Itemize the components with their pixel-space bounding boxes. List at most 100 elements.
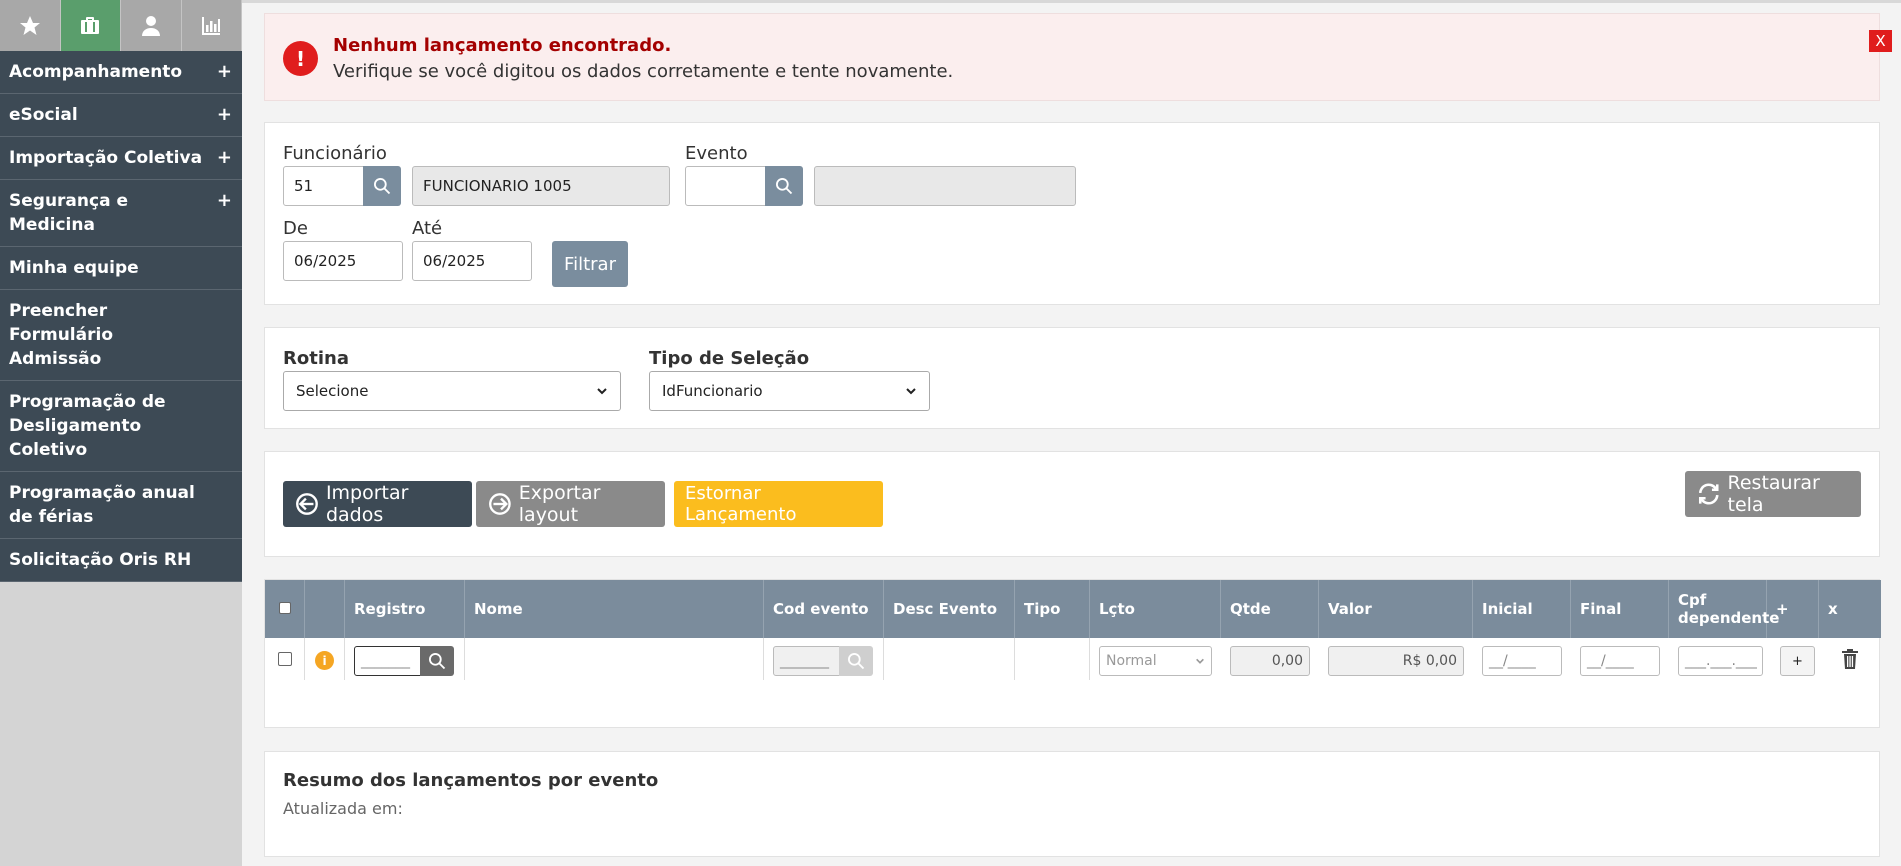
tab-briefcase[interactable]	[60, 0, 121, 51]
sidebar-item-label: Preencher Formulário Admissão	[9, 301, 113, 369]
inicial-input[interactable]: __/____	[1482, 646, 1562, 676]
sidebar-item-minha-equipe[interactable]: Minha equipe	[0, 247, 242, 290]
export-layout-label: Exportar layout	[518, 482, 601, 526]
tab-favorites[interactable]	[0, 0, 61, 51]
export-icon	[489, 493, 511, 515]
header-final: Final	[1571, 580, 1669, 638]
search-icon	[429, 653, 446, 670]
cod-evento-input[interactable]: _______	[773, 646, 841, 676]
sidebar-item-esocial[interactable]: eSocial +	[0, 94, 242, 137]
event-search-button[interactable]	[765, 166, 803, 206]
rotina-select[interactable]: Selecione	[283, 371, 621, 411]
sidebar-item-label: Acompanhamento	[9, 62, 183, 82]
actions-panel: Importar dados Exportar layout Estornar …	[264, 451, 1880, 557]
select-all-checkbox[interactable]	[279, 602, 291, 614]
lcto-select[interactable]: Normal	[1099, 646, 1212, 676]
header-lcto: Lçto	[1090, 580, 1221, 638]
employee-search-button[interactable]	[363, 166, 401, 206]
cpf-dependente-input[interactable]: ___.___.___	[1678, 646, 1763, 676]
chevron-down-icon	[1196, 658, 1204, 664]
rotina-label: Rotina	[283, 348, 349, 369]
event-desc-field	[814, 166, 1076, 206]
import-data-label: Importar dados	[325, 482, 409, 526]
tipo-selecao-select[interactable]: IdFuncionario	[649, 371, 930, 411]
info-icon[interactable]: i	[315, 651, 334, 670]
row-checkbox[interactable]	[278, 652, 292, 666]
delete-row-button[interactable]	[1841, 649, 1859, 669]
sidebar-tabs	[0, 0, 242, 51]
close-alert-button[interactable]: X	[1869, 30, 1892, 52]
table-header: Registro Nome Cod evento Desc Evento Tip…	[265, 580, 1881, 638]
chevron-down-icon	[906, 388, 916, 395]
header-cod-evento: Cod evento	[764, 580, 884, 638]
import-data-button[interactable]: Importar dados	[283, 481, 472, 527]
sidebar-menu: Acompanhamento + eSocial + Importação Cole…	[0, 51, 242, 582]
import-icon	[296, 493, 318, 515]
expand-icon: +	[216, 61, 232, 82]
header-cpf-dependente: Cpf dependente	[1669, 580, 1779, 638]
exclamation-icon: !	[283, 41, 318, 76]
employee-label: Funcionário	[283, 143, 387, 164]
tab-user[interactable]	[121, 0, 182, 51]
search-icon	[776, 178, 793, 195]
final-input[interactable]: __/____	[1580, 646, 1660, 676]
entries-table: Registro Nome Cod evento Desc Evento Tip…	[264, 579, 1881, 728]
header-select-all	[265, 580, 305, 638]
trash-icon	[1842, 649, 1858, 669]
alert-message: Verifique se você digitou os dados corre…	[333, 61, 954, 82]
valor-input[interactable]: R$ 0,00	[1328, 646, 1464, 676]
sidebar-item-acompanhamento[interactable]: Acompanhamento +	[0, 51, 242, 94]
lcto-value: Normal	[1106, 653, 1157, 669]
rotina-selected-value: Selecione	[296, 382, 369, 400]
restore-screen-button[interactable]: Restaurar tela	[1685, 471, 1861, 517]
top-border	[242, 0, 1901, 3]
sidebar-item-programacao-ferias[interactable]: Programação anual de férias	[0, 472, 242, 539]
sidebar-item-label: Programação anual de férias	[9, 483, 195, 527]
sidebar-item-importacao-coletiva[interactable]: Importação Coletiva +	[0, 137, 242, 180]
routine-panel: Rotina Selecione Tipo de Seleção IdFunci…	[264, 327, 1880, 429]
from-date-input[interactable]: 06/2025	[283, 241, 403, 281]
search-icon	[374, 178, 391, 195]
bar-chart-icon	[202, 16, 221, 35]
employee-name-field: FUNCIONARIO 1005	[412, 166, 670, 206]
sidebar-item-seguranca-medicina[interactable]: Segurança e Medicina +	[0, 180, 242, 247]
add-row-button[interactable]: +	[1780, 646, 1815, 676]
tipo-selecao-label: Tipo de Seleção	[649, 348, 810, 369]
summary-panel: Resumo dos lançamentos por evento Atuali…	[264, 751, 1880, 857]
header-nome: Nome	[465, 580, 764, 638]
sidebar-item-desligamento-coletivo[interactable]: Programação de Desligamento Coletivo	[0, 381, 242, 472]
user-icon	[141, 15, 160, 36]
header-qtde: Qtde	[1221, 580, 1319, 638]
row-separator	[465, 638, 764, 680]
sidebar-item-label: eSocial	[9, 105, 78, 125]
export-layout-button[interactable]: Exportar layout	[476, 481, 665, 527]
event-code-input[interactable]	[685, 166, 767, 206]
expand-icon: +	[216, 190, 232, 211]
header-add: +	[1767, 580, 1819, 638]
error-alert: ! Nenhum lançamento encontrado. Verifiqu…	[264, 13, 1892, 101]
sidebar-item-label: Segurança e Medicina	[9, 191, 128, 235]
event-label: Evento	[685, 143, 748, 164]
cod-evento-search-button[interactable]	[839, 646, 873, 676]
expand-icon: +	[216, 104, 232, 125]
registro-input[interactable]: _______	[354, 646, 422, 676]
employee-code-input[interactable]: 51	[283, 166, 365, 206]
alert-title: Nenhum lançamento encontrado.	[333, 35, 672, 56]
header-inicial: Inicial	[1473, 580, 1571, 638]
registro-search-button[interactable]	[420, 646, 454, 676]
row-separator	[884, 638, 1015, 680]
sidebar-item-solicitacao-oris[interactable]: Solicitação Oris RH	[0, 539, 242, 582]
refresh-icon	[1698, 483, 1719, 505]
to-label: Até	[412, 218, 443, 239]
qtde-input[interactable]: 0,00	[1230, 646, 1310, 676]
tipo-selecao-value: IdFuncionario	[662, 382, 763, 400]
to-date-input[interactable]: 06/2025	[412, 241, 532, 281]
filter-button[interactable]: Filtrar	[552, 241, 628, 287]
search-icon	[848, 653, 865, 670]
tab-reports[interactable]	[181, 0, 242, 51]
reverse-entry-button[interactable]: Estornar Lançamento	[674, 481, 883, 527]
summary-title: Resumo dos lançamentos por evento	[283, 770, 659, 791]
header-valor: Valor	[1319, 580, 1473, 638]
sidebar-item-formulario-admissao[interactable]: Preencher Formulário Admissão	[0, 290, 242, 381]
reverse-entry-label: Estornar Lançamento	[685, 483, 797, 525]
